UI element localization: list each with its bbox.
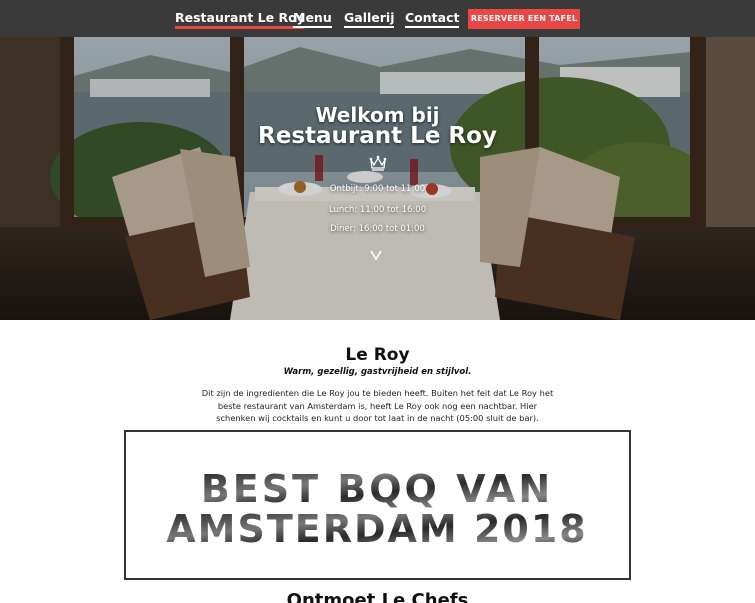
reserve-table-button[interactable]: RESERVEER EEN TAFEL <box>468 9 580 29</box>
hours-lunch: Lunch: 11:00 tot 16:00 <box>328 205 427 215</box>
hero-welcome-line2: Restaurant Le Roy <box>258 123 497 149</box>
award-graphic: BEST BQQ VAN AMSTERDAM 2018 <box>166 467 588 551</box>
award-banner: BEST BQQ VAN AMSTERDAM 2018 <box>124 430 631 580</box>
nav-gallery-link[interactable]: Gallerij <box>344 10 395 28</box>
top-nav: Restaurant Le Roy Menu Gallerij Contact … <box>0 0 755 37</box>
hours-dinner: Diner: 16:00 tot 01:00 <box>330 224 425 234</box>
about-title: Le Roy <box>345 345 410 365</box>
award-line2: AMSTERDAM 2018 <box>166 507 588 551</box>
about-body: Dit zijn de ingredienten die Le Roy jou … <box>201 388 554 423</box>
hours-breakfast: Ontbijt: 9:00 tot 11:00 <box>329 184 426 194</box>
chevron-down-icon[interactable] <box>369 249 383 261</box>
nav-contact-link[interactable]: Contact <box>405 10 460 28</box>
about-subtitle: Warm, gezellig, gastvrijheid en stijlvol… <box>283 367 472 377</box>
crown-icon <box>369 155 387 171</box>
nav-brand-link[interactable]: Restaurant Le Roy <box>175 10 305 29</box>
award-line1: BEST BQQ VAN <box>201 467 553 511</box>
hero-section: Welkom bij Restaurant Le Roy Ontbijt: 9:… <box>0 37 755 320</box>
chefs-section-title: Ontmoet Le Chefs <box>286 590 469 603</box>
nav-menu-link[interactable]: Menu <box>293 10 332 28</box>
hero-overlay <box>0 37 755 320</box>
